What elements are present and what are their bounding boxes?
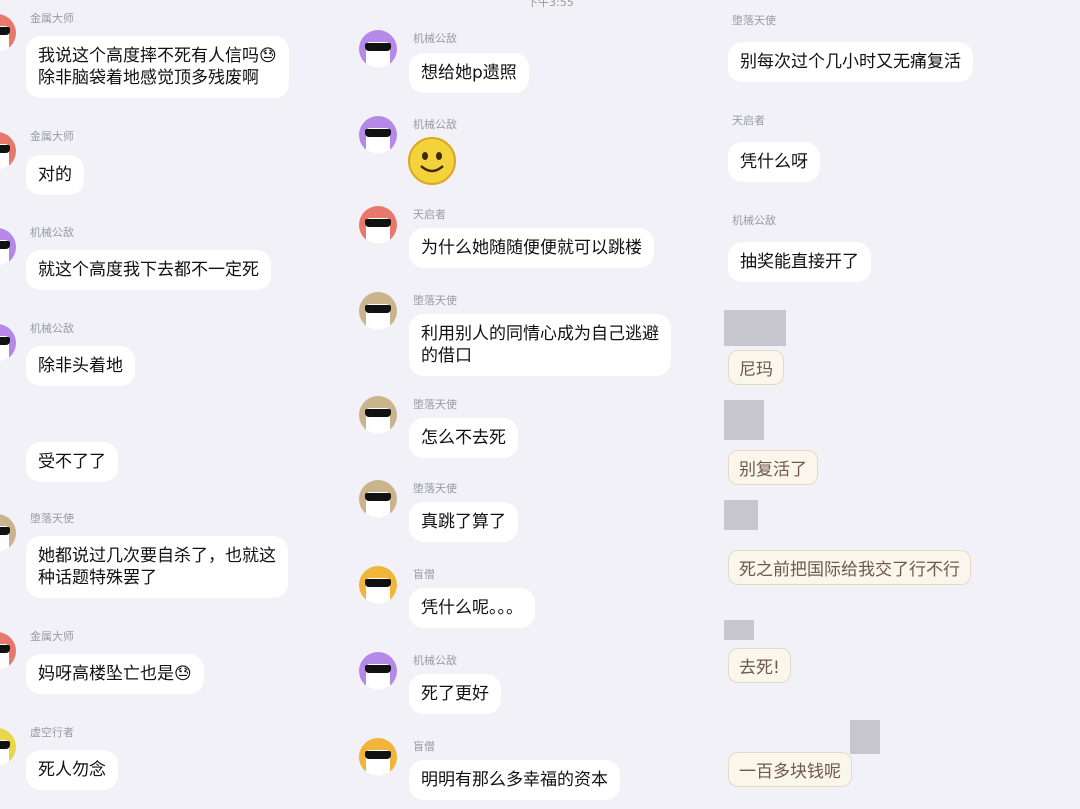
- message-line: 想给她p遗照: [421, 63, 517, 83]
- message-bubble[interactable]: 真跳了算了: [409, 502, 518, 542]
- message-line: 我说这个高度摔不死有人信吗😓: [38, 46, 277, 66]
- chat-column-2: 机械公敌 想给她p遗照 机械公敌 天启者 为什么她随随便便就可以跳楼 堕落天使 …: [345, 0, 720, 809]
- message-bubble[interactable]: 受不了了: [26, 442, 118, 482]
- message-line: 妈呀高楼坠亡也是😓: [38, 664, 192, 684]
- sticker-text: 去死!: [739, 658, 780, 678]
- sender-name: 机械公敌: [413, 32, 457, 45]
- sender-name: 堕落天使: [413, 482, 457, 495]
- avatar[interactable]: [359, 116, 397, 154]
- chat-column-1: 金属大师 我说这个高度摔不死有人信吗😓 除非脑袋着地感觉顶多残废啊 金属大师 对…: [0, 0, 345, 809]
- avatar[interactable]: [359, 480, 397, 518]
- avatar[interactable]: [359, 206, 397, 244]
- sticker-text: 死之前把国际给我交了行不行: [739, 560, 960, 580]
- message-line: 利用别人的同情心成为自己逃避: [421, 324, 659, 344]
- message-bubble[interactable]: 凭什么呀: [728, 142, 820, 182]
- sender-name: 机械公敌: [732, 214, 776, 227]
- avatar[interactable]: [0, 324, 16, 362]
- message-line: 除非头着地: [38, 356, 123, 376]
- blurred-image: [724, 310, 786, 346]
- sender-name: 金属大师: [30, 12, 74, 25]
- message-line: 死人勿念: [38, 760, 106, 780]
- blurred-image: [724, 500, 758, 530]
- avatar[interactable]: [0, 514, 16, 552]
- sender-name: 天启者: [413, 208, 446, 221]
- sender-name: 天启者: [732, 114, 765, 127]
- message-line: 对的: [38, 165, 72, 185]
- message-bubble[interactable]: 别每次过个几小时又无痛复活: [728, 42, 973, 82]
- message-bubble[interactable]: 怎么不去死: [409, 418, 518, 458]
- avatar[interactable]: [0, 632, 16, 670]
- sender-name: 堕落天使: [732, 14, 776, 27]
- sticker-bubble[interactable]: 一百多块钱呢: [728, 752, 852, 787]
- chat-column-3: 堕落天使 别每次过个几小时又无痛复活 天启者 凭什么呀 机械公敌 抽奖能直接开了…: [720, 0, 1080, 809]
- blurred-image: [724, 400, 764, 440]
- sticker-text: 一百多块钱呢: [739, 762, 841, 782]
- avatar[interactable]: [359, 30, 397, 68]
- blurred-image: [850, 720, 880, 754]
- message-bubble[interactable]: 利用别人的同情心成为自己逃避 的借口: [409, 314, 671, 376]
- sender-name: 堕落天使: [413, 398, 457, 411]
- sender-name: 机械公敌: [413, 654, 457, 667]
- message-line: 凭什么呢。。。: [421, 598, 523, 618]
- message-line: 她都说过几次要自杀了，也就这: [38, 546, 276, 566]
- sender-name: 机械公敌: [30, 226, 74, 239]
- message-line: 明明有那么多幸福的资本: [421, 770, 608, 790]
- avatar[interactable]: [359, 738, 397, 776]
- avatar[interactable]: [359, 652, 397, 690]
- sender-name: 盲僧: [413, 568, 435, 581]
- sender-name: 堕落天使: [30, 512, 74, 525]
- sender-name: 金属大师: [30, 130, 74, 143]
- message-line: 受不了了: [38, 452, 106, 472]
- message-line: 凭什么呀: [740, 152, 808, 172]
- message-line: 为什么她随随便便就可以跳楼: [421, 238, 642, 258]
- message-bubble[interactable]: 想给她p遗照: [409, 53, 529, 93]
- message-bubble[interactable]: 就这个高度我下去都不一定死: [26, 250, 271, 290]
- message-line: 除非脑袋着地感觉顶多残废啊: [38, 68, 259, 88]
- avatar[interactable]: [0, 228, 16, 266]
- avatar[interactable]: [0, 14, 16, 52]
- sender-name: 堕落天使: [413, 294, 457, 307]
- blurred-image: [724, 620, 754, 640]
- sticker-bubble[interactable]: 别复活了: [728, 450, 818, 485]
- sticker-bubble[interactable]: 去死!: [728, 648, 791, 683]
- avatar[interactable]: [0, 728, 16, 766]
- message-bubble[interactable]: 她都说过几次要自杀了，也就这 种话题特殊罢了: [26, 536, 288, 598]
- message-bubble[interactable]: 凭什么呢。。。: [409, 588, 535, 628]
- message-line: 抽奖能直接开了: [740, 252, 859, 272]
- sticker-text: 别复活了: [739, 460, 807, 480]
- message-bubble[interactable]: 死了更好: [409, 674, 501, 714]
- message-bubble[interactable]: 妈呀高楼坠亡也是😓: [26, 654, 204, 694]
- avatar[interactable]: [359, 292, 397, 330]
- sender-name: 金属大师: [30, 630, 74, 643]
- message-bubble[interactable]: 死人勿念: [26, 750, 118, 790]
- message-bubble[interactable]: 抽奖能直接开了: [728, 242, 871, 282]
- avatar[interactable]: [0, 132, 16, 170]
- message-line: 怎么不去死: [421, 428, 506, 448]
- message-line: 种话题特殊罢了: [38, 568, 157, 588]
- message-bubble[interactable]: 对的: [26, 155, 84, 195]
- sender-name: 机械公敌: [30, 322, 74, 335]
- message-line: 死了更好: [421, 684, 489, 704]
- sticker-text: 尼玛: [739, 360, 773, 380]
- message-line: 的借口: [421, 346, 472, 366]
- smiley-sticker[interactable]: [407, 136, 457, 190]
- message-bubble[interactable]: 为什么她随随便便就可以跳楼: [409, 228, 654, 268]
- message-line: 真跳了算了: [421, 512, 506, 532]
- sender-name: 盲僧: [413, 740, 435, 753]
- sender-name: 机械公敌: [413, 118, 457, 131]
- avatar[interactable]: [359, 566, 397, 604]
- avatar[interactable]: [359, 396, 397, 434]
- message-line: 别每次过个几小时又无痛复活: [740, 52, 961, 72]
- message-line: 就这个高度我下去都不一定死: [38, 260, 259, 280]
- message-bubble[interactable]: 明明有那么多幸福的资本: [409, 760, 620, 800]
- smiley-face-icon: [408, 137, 456, 185]
- sender-name: 虚空行者: [30, 726, 74, 739]
- message-bubble[interactable]: 我说这个高度摔不死有人信吗😓 除非脑袋着地感觉顶多残废啊: [26, 36, 289, 98]
- message-bubble[interactable]: 除非头着地: [26, 346, 135, 386]
- sticker-bubble[interactable]: 死之前把国际给我交了行不行: [728, 550, 971, 585]
- sticker-bubble[interactable]: 尼玛: [728, 350, 784, 385]
